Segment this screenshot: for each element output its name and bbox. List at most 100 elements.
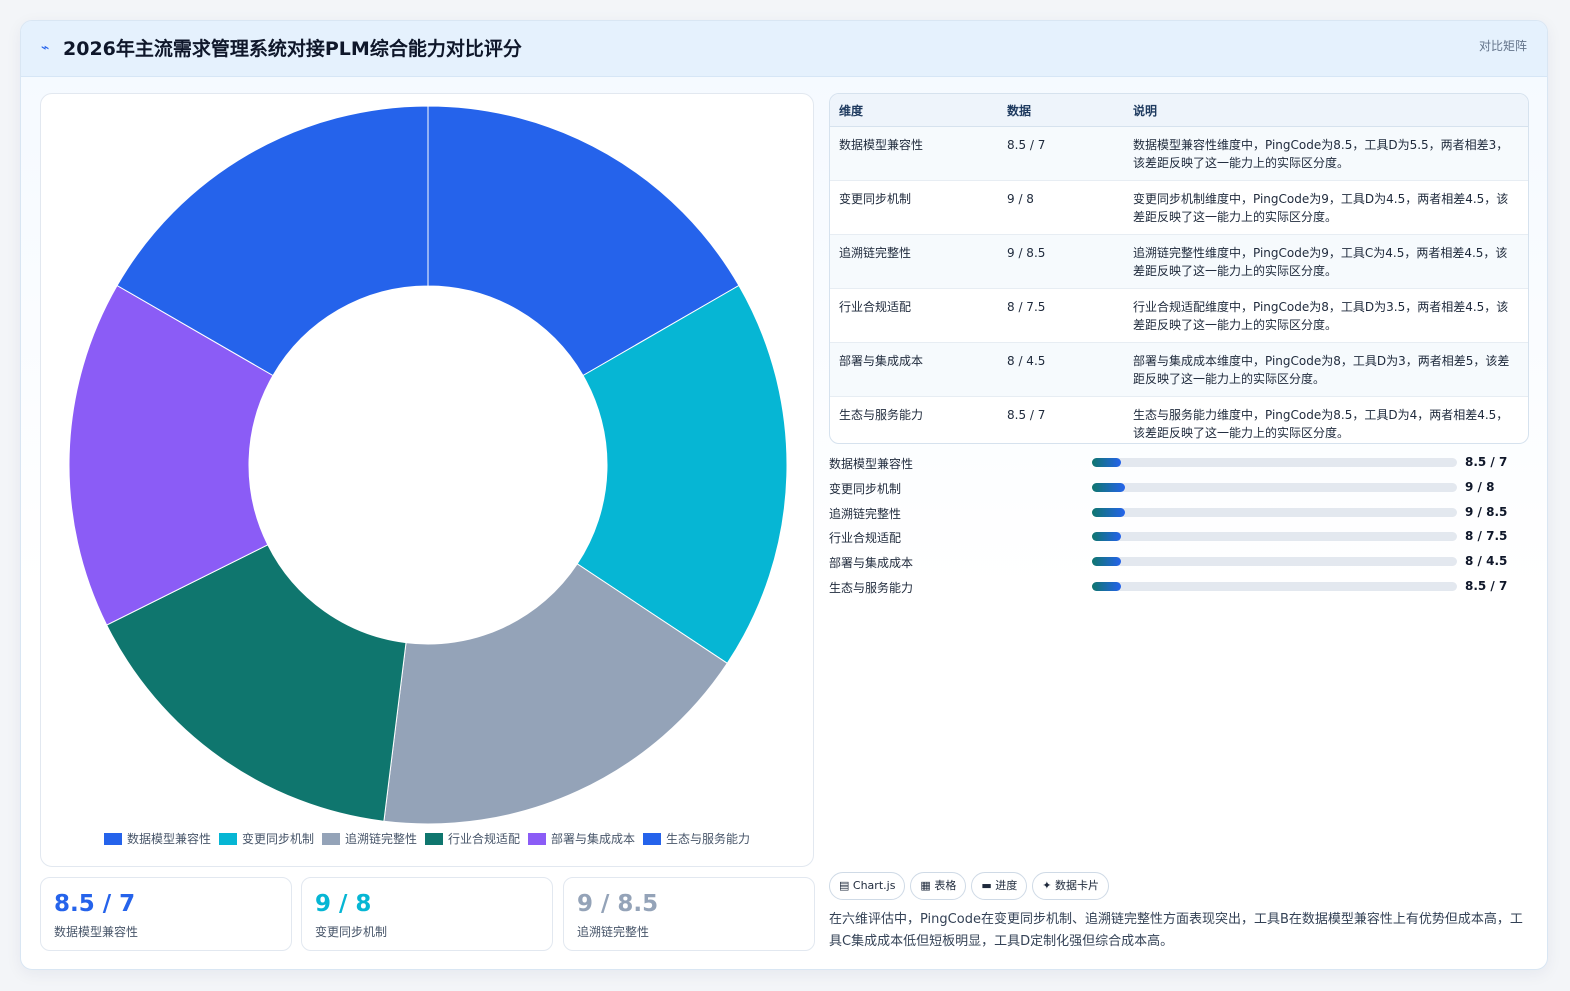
chip-table[interactable]: ▦ 表格: [910, 872, 967, 900]
column-header-dimension: 维度: [830, 94, 998, 127]
stat-label: 变更同步机制: [315, 925, 388, 939]
legend-label: 变更同步机制: [241, 832, 314, 846]
matrix-tag: 对比矩阵: [1478, 39, 1527, 53]
progress-track: [1092, 581, 1457, 591]
stat-label: 数据模型兼容性: [54, 925, 139, 939]
chart-legend: 数据模型兼容性 变更同步机制 追溯链完整性 行业合规适配 部署与集成成本 生态与服务能力: [41, 830, 813, 847]
progress-label: 追溯链完整性: [829, 506, 902, 521]
progress-fill: [1092, 482, 1125, 492]
progress-label: 行业合规适配: [829, 531, 902, 546]
cell-dimension: 部署与集成成本: [830, 342, 998, 397]
cell-data: 8 / 4.5: [998, 342, 1124, 397]
cell-description: 变更同步机制维度中，PingCode为9，工具D为4.5，两者相差4.5，该差距…: [1124, 180, 1528, 235]
legend-label: 生态与服务能力: [666, 832, 751, 846]
progress-row: 数据模型兼容性 8.5 / 7: [829, 453, 1527, 478]
legend-swatch: [103, 833, 122, 845]
progress-fill: [1092, 557, 1122, 567]
legend-label: 追溯链完整性: [344, 832, 417, 846]
progress-row: 生态与服务能力 8.5 / 7: [829, 577, 1527, 602]
column-header-description: 说明: [1124, 94, 1528, 127]
table-row: 变更同步机制 9 / 8 变更同步机制维度中，PingCode为9，工具D为4.…: [830, 180, 1528, 235]
progress-label: 部署与集成成本: [829, 556, 914, 571]
legend-item[interactable]: 部署与集成成本: [528, 830, 635, 847]
progress-value: 9 / 8: [1465, 479, 1495, 494]
progress-track: [1092, 507, 1457, 517]
progress-track: [1092, 482, 1457, 492]
chip-label: 数据卡片: [1054, 879, 1099, 892]
cell-dimension: 行业合规适配: [830, 288, 998, 343]
stat-card-2: 9 / 8 变更同步机制: [301, 877, 553, 951]
summary-text: 在六维评估中，PingCode在变更同步机制、追溯链完整性方面表现突出，工具B在…: [829, 912, 1523, 949]
legend-item[interactable]: 数据模型兼容性: [103, 830, 211, 847]
progress-value: 8.5 / 7: [1465, 455, 1508, 469]
cell-data: 8.5 / 7: [1007, 408, 1046, 422]
stat-label: 追溯链完整性: [577, 925, 650, 939]
stat-value: 8.5 / 7: [54, 891, 136, 917]
progress-label: 变更同步机制: [829, 481, 902, 496]
legend-label: 数据模型兼容性: [126, 832, 211, 846]
legend-item[interactable]: 变更同步机制: [218, 830, 314, 847]
page-title: 2026年主流需求管理系统对接PLM综合能力对比评分: [63, 38, 522, 60]
progress-icon: ▬: [981, 879, 992, 892]
cell-dimension: 追溯链完整性: [830, 234, 998, 289]
progress-row: 变更同步机制 9 / 8: [829, 478, 1527, 503]
donut-chart-panel: 数据模型兼容性 变更同步机制 追溯链完整性 行业合规适配 部署与集成成本 生态与服务能力: [40, 93, 814, 867]
column-header-data: 数据: [998, 94, 1124, 127]
cell-data: 8.5 / 7: [998, 126, 1124, 181]
stat-value: 9 / 8: [315, 891, 372, 917]
legend-swatch: [528, 833, 547, 845]
chip-label: 进度: [995, 879, 1018, 892]
legend-label: 行业合规适配: [448, 832, 521, 846]
view-chips: ▤ Chart.js ▦ 表格 ▬ 进度 ✦ 数据卡片: [829, 872, 1114, 900]
chart-icon: ▤: [839, 879, 850, 892]
legend-swatch: [425, 833, 443, 845]
cell-dimension: 变更同步机制: [830, 180, 998, 235]
legend-item[interactable]: 追溯链完整性: [321, 830, 417, 847]
legend-swatch: [321, 833, 340, 845]
table-header-row: 维度 数据 说明: [830, 94, 1528, 127]
legend-item[interactable]: 行业合规适配: [425, 830, 520, 847]
legend-swatch: [643, 833, 662, 845]
table-row: 追溯链完整性 9 / 8.5 追溯链完整性维度中，PingCode为9，工具C为…: [830, 234, 1528, 289]
table-row: 部署与集成成本 8 / 4.5 部署与集成成本维度中，PingCode为8，工具…: [830, 342, 1528, 397]
progress-value: 8 / 4.5: [1465, 554, 1508, 569]
progress-row: 行业合规适配 8 / 7.5: [829, 527, 1527, 552]
cell-data: 9 / 8.5: [998, 234, 1124, 289]
legend-swatch: [218, 833, 237, 845]
progress-value: 8.5 / 7: [1465, 578, 1508, 593]
progress-list: 数据模型兼容性 8.5 / 7 变更同步机制 9 / 8 追溯链完整性 9 / …: [829, 453, 1527, 602]
donut-chart: [68, 105, 788, 824]
table-icon: ▦: [920, 879, 931, 892]
trend-icon: ⌁: [41, 40, 50, 56]
cell-description: 追溯链完整性维度中，PingCode为9，工具C为4.5，两者相差4.5，该差距…: [1124, 234, 1528, 289]
progress-row: 追溯链完整性 9 / 8.5: [829, 503, 1527, 528]
chip-chartjs[interactable]: ▤ Chart.js: [829, 872, 906, 900]
progress-label: 生态与服务能力: [829, 580, 914, 595]
progress-fill: [1092, 507, 1125, 517]
comparison-table: 维度 数据 说明 数据模型兼容性 8.5 / 7 数据模型兼容性维度中，Ping…: [829, 93, 1529, 444]
cell-description: 行业合规适配维度中，PingCode为8，工具D为3.5，两者相差4.5，该差距…: [1124, 288, 1528, 343]
chip-label: 表格: [934, 879, 957, 892]
progress-value: 8 / 7.5: [1465, 529, 1508, 544]
table-row: 数据模型兼容性 8.5 / 7 数据模型兼容性维度中，PingCode为8.5，…: [830, 126, 1528, 181]
cell-description: 部署与集成成本维度中，PingCode为8，工具D为3，两者相差5，该差距反映了…: [1124, 342, 1528, 397]
progress-track: [1092, 557, 1457, 567]
progress-row: 部署与集成成本 8 / 4.5: [829, 552, 1527, 577]
table-row: 生态与服务能力 8.5 / 7 生态与服务能力维度中，PingCode为8.5，…: [830, 397, 1528, 444]
stat-card-1: 8.5 / 7 数据模型兼容性: [40, 877, 292, 951]
progress-track: [1092, 458, 1457, 467]
chip-progress[interactable]: ▬ 进度: [971, 872, 1028, 900]
comparison-card: ⌁ 2026年主流需求管理系统对接PLM综合能力对比评分 对比矩阵 数据模型兼容…: [20, 20, 1548, 970]
chip-label: Chart.js: [852, 879, 896, 892]
cell-data: 8 / 7.5: [998, 288, 1124, 343]
cell-description: 生态与服务能力维度中，PingCode为8.5，工具D为4，两者相差4.5，该差…: [1133, 408, 1509, 440]
cell-data: 9 / 8: [998, 180, 1124, 235]
chip-data-card[interactable]: ✦ 数据卡片: [1032, 872, 1109, 900]
table-row: 行业合规适配 8 / 7.5 行业合规适配维度中，PingCode为8，工具D为…: [830, 288, 1528, 343]
legend-label: 部署与集成成本: [551, 832, 636, 846]
progress-label: 数据模型兼容性: [829, 457, 914, 471]
card-header: ⌁ 2026年主流需求管理系统对接PLM综合能力对比评分 对比矩阵: [21, 21, 1547, 77]
stat-card-3: 9 / 8.5 追溯链完整性: [563, 877, 815, 951]
legend-item[interactable]: 生态与服务能力: [643, 830, 750, 847]
progress-track: [1092, 532, 1457, 542]
